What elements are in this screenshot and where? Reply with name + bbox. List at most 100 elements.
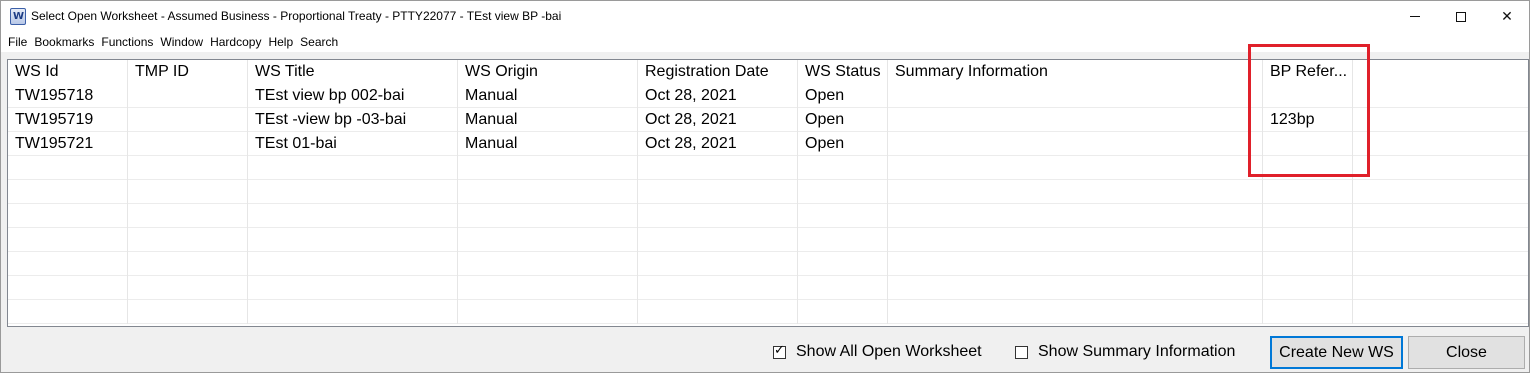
menu-help[interactable]: Help: [268, 35, 293, 49]
table-row[interactable]: [8, 252, 1528, 276]
create-new-ws-button[interactable]: Create New WS: [1270, 336, 1403, 369]
table-row[interactable]: TW195719 TEst -view bp -03-bai Manual Oct 2…: [8, 108, 1528, 132]
worksheet-grid[interactable]: WS Id TMP ID WS Title WS Origin Registration…: [7, 59, 1529, 327]
cell-ws-id: TW195719: [8, 108, 128, 132]
menu-functions[interactable]: Functions: [101, 35, 153, 49]
cell-ws-status: [798, 300, 888, 324]
cell-spacer: [1353, 156, 1528, 180]
checkbox-box[interactable]: [1015, 345, 1028, 359]
column-header-bp-reference[interactable]: BP Refer...: [1263, 60, 1353, 84]
cell-tmp-id: [128, 108, 248, 132]
grid-header: WS Id TMP ID WS Title WS Origin Registration…: [8, 60, 1528, 84]
cell-spacer: [1353, 180, 1528, 204]
column-header-spacer[interactable]: [1353, 60, 1528, 84]
cell-registration-date: [638, 156, 798, 180]
menu-bookmarks[interactable]: Bookmarks: [34, 35, 94, 49]
cell-summary-information: [888, 276, 1263, 300]
table-row[interactable]: [8, 156, 1528, 180]
cell-registration-date: Oct 28, 2021: [638, 84, 798, 108]
column-header-registration-date[interactable]: Registration Date: [638, 60, 798, 84]
show-all-open-worksheet-checkbox[interactable]: ✓ Show All Open Worksheet: [773, 343, 982, 361]
table-row[interactable]: TW195718 TEst view bp 002-bai Manual Oct 28…: [8, 84, 1528, 108]
table-row[interactable]: [8, 276, 1528, 300]
column-header-summary-information[interactable]: Summary Information: [888, 60, 1263, 84]
window-title: Select Open Worksheet - Assumed Business…: [31, 9, 562, 23]
cell-registration-date: Oct 28, 2021: [638, 132, 798, 156]
minimize-icon: [1410, 16, 1420, 17]
cell-ws-status: [798, 252, 888, 276]
cell-tmp-id: [128, 180, 248, 204]
cell-ws-title: [248, 252, 458, 276]
cell-bp-reference: [1263, 228, 1353, 252]
column-header-tmp-id[interactable]: TMP ID: [128, 60, 248, 84]
show-summary-information-label: Show Summary Information: [1038, 343, 1236, 360]
cell-spacer: [1353, 84, 1528, 108]
worksheet-app-icon: W: [10, 8, 26, 25]
cell-spacer: [1353, 132, 1528, 156]
checkbox-box[interactable]: ✓: [773, 342, 786, 359]
show-summary-information-checkbox[interactable]: Show Summary Information: [1015, 343, 1235, 361]
cell-ws-title: [248, 300, 458, 324]
column-header-ws-title[interactable]: WS Title: [248, 60, 458, 84]
close-icon: ✕: [1501, 8, 1513, 25]
cell-ws-id: [8, 276, 128, 300]
cell-ws-title: TEst view bp 002-bai: [248, 84, 458, 108]
menu-search[interactable]: Search: [300, 35, 338, 49]
table-row[interactable]: [8, 180, 1528, 204]
cell-bp-reference: [1263, 276, 1353, 300]
cell-registration-date: [638, 252, 798, 276]
column-header-ws-status[interactable]: WS Status: [798, 60, 888, 84]
cell-summary-information: [888, 108, 1263, 132]
cell-ws-title: TEst -view bp -03-bai: [248, 108, 458, 132]
cell-tmp-id: [128, 252, 248, 276]
cell-registration-date: [638, 180, 798, 204]
cell-ws-origin: [458, 300, 638, 324]
cell-bp-reference: [1263, 180, 1353, 204]
cell-spacer: [1353, 252, 1528, 276]
cell-ws-id: [8, 252, 128, 276]
cell-registration-date: [638, 204, 798, 228]
cell-ws-status: [798, 276, 888, 300]
cell-ws-title: [248, 156, 458, 180]
cell-registration-date: [638, 276, 798, 300]
table-row[interactable]: TW195721 TEst 01-bai Manual Oct 28, 2021 Ope…: [8, 132, 1528, 156]
cell-bp-reference: [1263, 204, 1353, 228]
cell-ws-status: [798, 204, 888, 228]
table-row[interactable]: [8, 300, 1528, 324]
cell-registration-date: [638, 300, 798, 324]
menu-window[interactable]: Window: [160, 35, 203, 49]
cell-bp-reference: 123bp: [1263, 108, 1353, 132]
cell-ws-origin: [458, 228, 638, 252]
cell-ws-origin: [458, 204, 638, 228]
column-header-ws-origin[interactable]: WS Origin: [458, 60, 638, 84]
cell-tmp-id: [128, 204, 248, 228]
cell-ws-origin: [458, 180, 638, 204]
cell-ws-id: [8, 228, 128, 252]
cell-ws-status: [798, 180, 888, 204]
cell-bp-reference: [1263, 84, 1353, 108]
table-row[interactable]: [8, 228, 1528, 252]
cell-spacer: [1353, 276, 1528, 300]
column-header-ws-id[interactable]: WS Id: [8, 60, 128, 84]
cell-summary-information: [888, 156, 1263, 180]
cell-tmp-id: [128, 276, 248, 300]
cell-ws-origin: Manual: [458, 84, 638, 108]
table-row[interactable]: [8, 204, 1528, 228]
cell-tmp-id: [128, 300, 248, 324]
cell-ws-title: [248, 276, 458, 300]
cell-ws-title: [248, 204, 458, 228]
cell-ws-status: Open: [798, 84, 888, 108]
cell-ws-title: [248, 180, 458, 204]
cell-spacer: [1353, 300, 1528, 324]
close-button[interactable]: Close: [1408, 336, 1525, 369]
close-window-button[interactable]: ✕: [1484, 1, 1530, 32]
menu-hardcopy[interactable]: Hardcopy: [210, 35, 261, 49]
menu-file[interactable]: File: [8, 35, 27, 49]
maximize-button[interactable]: [1438, 1, 1484, 32]
checkmark-icon: ✓: [774, 342, 785, 358]
minimize-button[interactable]: [1392, 1, 1438, 32]
cell-summary-information: [888, 300, 1263, 324]
cell-ws-status: [798, 228, 888, 252]
cell-ws-origin: Manual: [458, 108, 638, 132]
cell-registration-date: [638, 228, 798, 252]
